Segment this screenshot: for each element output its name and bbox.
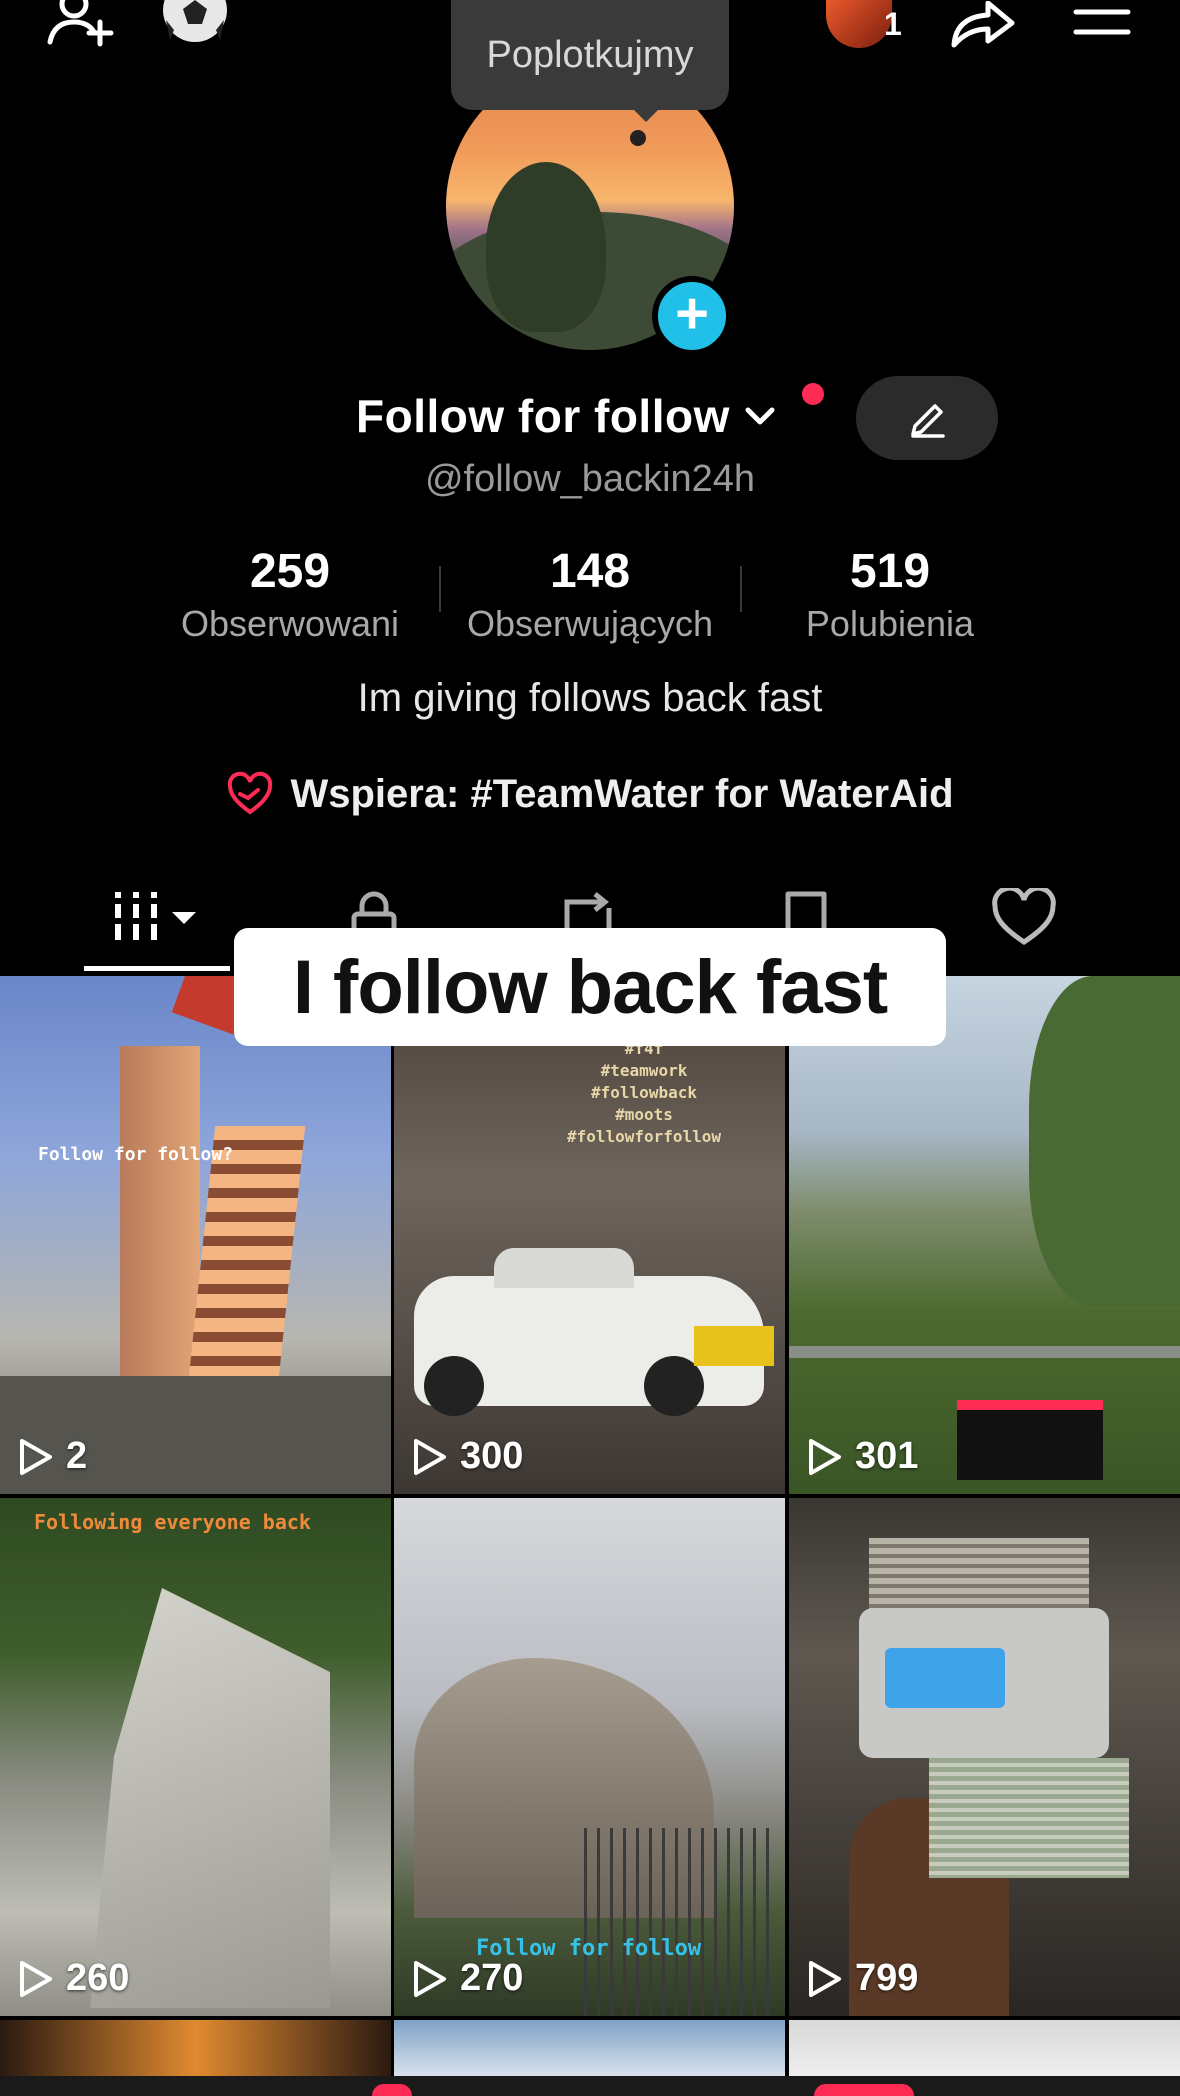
notification-dot	[802, 383, 824, 405]
stat-value: 148	[549, 545, 631, 598]
view-count: 301	[807, 1435, 918, 1478]
active-tab-indicator	[84, 966, 230, 971]
stat-label: Polubienia	[805, 603, 975, 644]
video-thumbnail[interactable]: 301	[789, 976, 1180, 1494]
tooltip-tail	[628, 104, 664, 122]
play-icon	[20, 1438, 52, 1475]
bio: Im giving follows back fast	[357, 676, 823, 720]
view-count: 799	[807, 1957, 918, 2000]
share-icon[interactable]	[944, 0, 1018, 50]
pencil-icon	[911, 404, 945, 438]
support-link[interactable]: Wspiera: #TeamWater for WaterAid	[0, 770, 1180, 818]
video-thumbnail[interactable]: #f4f #teamwork #followback #moots #follo…	[394, 976, 785, 1494]
stat-likes[interactable]: 519 Polubienia	[740, 544, 1040, 645]
play-icon	[809, 1438, 841, 1475]
stat-value: 519	[849, 545, 931, 598]
stat-followers[interactable]: 148 Obserwujących	[440, 544, 740, 645]
video-thumbnail[interactable]: Following everyone back 260	[0, 1498, 391, 2016]
play-icon	[20, 1960, 52, 1997]
heart-outline-icon	[992, 888, 1056, 946]
video-thumbnail[interactable]	[394, 2020, 785, 2080]
video-thumbnail[interactable]: 799	[789, 1498, 1180, 2016]
username: @follow_backin24h	[424, 458, 756, 500]
play-icon	[414, 1438, 446, 1475]
video-overlay-text: #f4f #teamwork #followback #moots #follo…	[566, 1039, 722, 1146]
bottom-nav-bar	[0, 2076, 1180, 2096]
display-name: Follow for follow	[356, 390, 730, 442]
video-overlay-text: Follow for follow?	[38, 1144, 234, 1165]
profile-tab-indicator	[814, 2084, 914, 2096]
stat-value: 259	[249, 545, 331, 598]
view-count: 270	[412, 1957, 523, 2000]
story-avatar[interactable]	[826, 0, 892, 48]
soccer-ball-icon[interactable]	[160, 0, 230, 44]
inbox-badge	[372, 2084, 412, 2096]
video-caption-overlay: I follow back fast	[234, 928, 946, 1046]
view-count: 260	[18, 1957, 129, 2000]
video-thumbnail[interactable]: Follow for follow 270	[394, 1498, 785, 2016]
tooltip[interactable]: Poplotkujmy	[451, 0, 729, 110]
support-text: Wspiera: #TeamWater for WaterAid	[290, 771, 954, 816]
notification-count: 1	[884, 6, 902, 42]
play-icon	[414, 1960, 446, 1997]
stat-label: Obserwujących	[466, 603, 714, 644]
name-row[interactable]: Follow for follow	[356, 386, 780, 446]
play-icon	[809, 1960, 841, 1997]
video-thumbnail[interactable]	[0, 2020, 391, 2080]
add-friend-icon[interactable]	[40, 0, 120, 50]
tab-liked[interactable]	[924, 878, 1124, 958]
stat-label: Obserwowani	[180, 603, 400, 644]
grid-videos-icon	[115, 892, 196, 940]
view-count: 2	[18, 1435, 87, 1478]
embedded-screenshot	[957, 1400, 1103, 1480]
charity-heart-icon	[228, 771, 273, 815]
video-thumbnail[interactable]: Follow for follow? 2	[0, 976, 391, 1494]
tab-videos[interactable]	[56, 878, 256, 958]
edit-profile-button[interactable]	[856, 376, 998, 460]
chevron-down-icon[interactable]	[740, 396, 780, 436]
video-thumbnail[interactable]	[789, 2020, 1180, 2080]
hamburger-menu-icon[interactable]	[1070, 0, 1134, 44]
add-story-plus-icon[interactable]: +	[652, 276, 732, 356]
view-count: 300	[412, 1435, 523, 1478]
video-overlay-text: Following everyone back	[34, 1510, 311, 1534]
stat-following[interactable]: 259 Obserwowani	[140, 544, 440, 645]
